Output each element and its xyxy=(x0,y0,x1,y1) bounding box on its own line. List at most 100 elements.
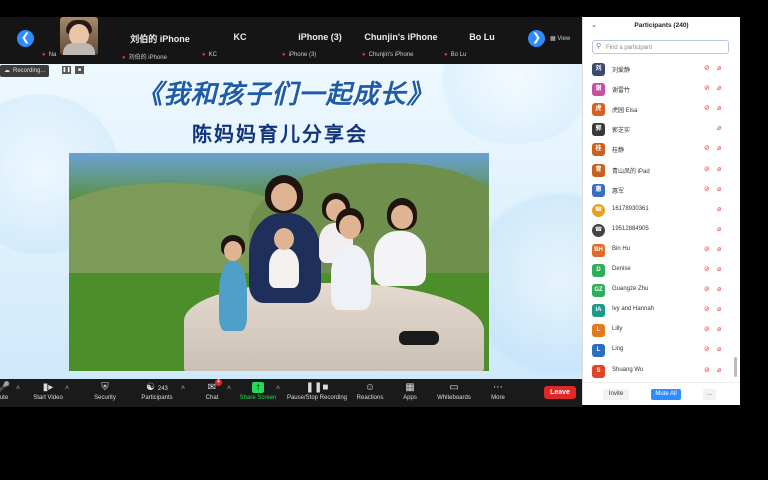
tile-label: ● Na xyxy=(42,52,57,58)
muted-mic-icon: ⊘ xyxy=(704,85,710,93)
video-gallery-strip: ❮ ● Na 刘伯的 iPhone ● 刘伯的 iPhone KC ● KC iPho… xyxy=(0,17,582,64)
avatar: L xyxy=(592,344,605,358)
muted-mic-icon: ⊘ xyxy=(704,286,710,294)
tile-name: iPhone (3) xyxy=(298,32,342,42)
avatar: 虎 xyxy=(592,103,605,117)
tile-label: ● Bo Lu xyxy=(444,52,467,58)
participant-row[interactable]: ☎ 16178930361 ⌀ xyxy=(583,200,740,220)
participant-row[interactable]: 惠惠军 ⊘ ⌀ xyxy=(583,180,740,200)
more-options-button[interactable]: ... xyxy=(703,389,716,400)
participant-name: 刘爱静 xyxy=(612,68,631,74)
muted-mic-icon: ● xyxy=(202,52,206,58)
chevron-up-icon[interactable]: ˄ xyxy=(65,385,69,392)
participant-name: 谢雷竹 xyxy=(612,88,631,95)
panel-footer: Invite Mute All ... xyxy=(583,382,740,406)
video-off-icon: ⌀ xyxy=(717,225,722,233)
participant-row[interactable]: 桂桂静 ⊘ ⌀ xyxy=(583,139,740,159)
participant-name: Guangze Zhu xyxy=(612,286,649,293)
decorative-swirl xyxy=(430,64,582,144)
panel-scrollbar[interactable] xyxy=(734,357,737,377)
tile-label: ● KC xyxy=(202,52,217,58)
participant-row[interactable]: 刘 刘爱静 ⊘ ⌀ xyxy=(583,59,740,79)
video-off-icon: ⌀ xyxy=(717,65,722,72)
pause-recording-button[interactable]: ❚❚ xyxy=(62,66,71,74)
invite-button[interactable]: Invite xyxy=(603,389,629,400)
chevron-right-icon: ❯ xyxy=(531,32,542,44)
video-off-icon: ⌀ xyxy=(717,205,722,213)
panel-title: Participants (240) xyxy=(634,22,689,29)
stop-icon: ■ xyxy=(77,67,82,73)
video-off-icon: ⌀ xyxy=(717,286,722,294)
participants-panel: ⌄ Participants (240) Find a participant … xyxy=(582,17,740,405)
people-icon: ☯ 243 xyxy=(146,382,168,393)
participant-row[interactable]: 郭郭芝实 ⌀ xyxy=(583,119,740,139)
participant-name: Denise xyxy=(612,266,631,272)
mute-all-button[interactable]: Mute All xyxy=(651,389,681,400)
gallery-tile-5[interactable]: Chunjin's iPhone ● Chunjin's iPhone xyxy=(360,17,442,64)
participant-row[interactable]: 青青山凤的 iPad ⊘ ⌀ xyxy=(583,160,740,180)
participant-name: 青山凤的 iPad xyxy=(612,168,650,175)
chat-icon: ✉ 4 xyxy=(207,379,222,393)
participant-name: 19512884905 xyxy=(612,225,649,232)
gallery-next-button[interactable]: ❯ xyxy=(528,30,545,47)
whiteboard-icon: ▭ xyxy=(449,382,459,393)
avatar: 桂 xyxy=(592,143,605,157)
gallery-prev-button[interactable]: ❮ xyxy=(17,30,34,47)
video-off-icon: ⌀ xyxy=(717,366,722,374)
avatar: GZ xyxy=(592,284,605,298)
shared-screen: ☁ Recording... ❚❚ ■ 《我和孩子们一起成长》 陈妈妈育儿分享会 xyxy=(0,64,582,379)
smiley-icon: ☺ xyxy=(364,382,376,393)
participant-row[interactable]: 虎虎园 Elsa ⊘ ⌀ xyxy=(583,99,740,119)
participant-name: Lilly xyxy=(612,326,623,333)
gallery-tile-4[interactable]: iPhone (3) ● iPhone (3) xyxy=(280,17,360,64)
participant-name: Ling xyxy=(612,346,624,353)
tile-label: ● Chunjin's iPhone xyxy=(362,52,414,58)
participant-row[interactable]: 谢谢雷竹 ⊘ ⌀ xyxy=(583,79,740,99)
search-icon: ⚲ xyxy=(596,43,602,50)
participant-row[interactable]: GZ Guangze Zhu ⊘ ⌀ xyxy=(583,280,740,300)
participant-row[interactable]: BH Bin Hu ⊘ ⌀ xyxy=(583,240,740,260)
muted-mic-icon: ⊘ xyxy=(704,165,710,173)
video-off-icon: ⌀ xyxy=(717,245,722,253)
shield-icon: ⛨ xyxy=(101,382,109,393)
share-screen-icon: ↑ xyxy=(252,382,264,393)
participant-row[interactable]: ☎ 19512884905 ⌀ xyxy=(583,220,740,240)
participant-name: Ivy and Hannah xyxy=(612,306,655,313)
gallery-tile-2[interactable]: 刘伯的 iPhone ● 刘伯的 iPhone xyxy=(120,17,200,64)
participant-row[interactable]: D Denise ⊘ ⌀ xyxy=(583,260,740,280)
chevron-up-icon[interactable]: ˄ xyxy=(276,385,280,392)
muted-mic-icon: ● xyxy=(42,52,46,58)
microphone-icon: 🎤 xyxy=(0,382,11,393)
participant-row[interactable]: L Ling ⊘ ⌀ xyxy=(583,340,740,360)
participant-name: 桂静 xyxy=(612,148,625,155)
participant-row[interactable]: L Lilly ⊘ ⌀ xyxy=(583,320,740,340)
meeting-toolbar: 🎤 ute ˄ ▮▸ Start Video ˄ ⛨ Security ☯ 24… xyxy=(0,379,582,407)
muted-mic-icon: ⊘ xyxy=(704,346,710,354)
pause-stop-icon: ❚❚■ xyxy=(305,382,329,393)
muted-mic-icon: ⊘ xyxy=(704,326,710,334)
participant-row[interactable]: IA Ivy and Hannah ⊘ ⌀ xyxy=(583,300,740,320)
more-button[interactable]: ⋯ More xyxy=(468,382,528,401)
participants-button[interactable]: ☯ 243 Participants xyxy=(127,382,187,401)
video-off-icon: ⌀ xyxy=(717,326,722,334)
grid-icon: ▦ xyxy=(550,36,556,42)
avatar: 郭 xyxy=(592,123,605,137)
gallery-tile-6[interactable]: Bo Lu ● Bo Lu xyxy=(442,17,522,64)
tile-name: Bo Lu xyxy=(469,32,495,42)
participant-video-thumbnail xyxy=(60,17,98,55)
view-button[interactable]: ▦ View xyxy=(550,35,570,42)
avatar: 青 xyxy=(592,163,605,177)
participant-search-input[interactable]: Find a participant xyxy=(592,40,729,54)
stop-recording-button[interactable]: ■ xyxy=(75,66,84,74)
video-off-icon: ⌀ xyxy=(717,185,722,193)
video-off-icon: ⌀ xyxy=(717,105,722,113)
avatar: 惠 xyxy=(592,183,605,197)
participant-row[interactable]: S Shuang Wu ⊘ ⌀ xyxy=(583,361,740,381)
gallery-tile-self[interactable]: ● Na xyxy=(40,17,120,64)
participant-name: 虎园 Elsa xyxy=(612,108,638,115)
avatar: BH xyxy=(592,243,605,257)
leave-button[interactable]: Leave xyxy=(544,386,576,399)
slide-subtitle: 陈妈妈育儿分享会 xyxy=(192,122,368,146)
gallery-tile-3[interactable]: KC ● KC xyxy=(200,17,280,64)
security-button[interactable]: ⛨ Security xyxy=(75,382,135,401)
